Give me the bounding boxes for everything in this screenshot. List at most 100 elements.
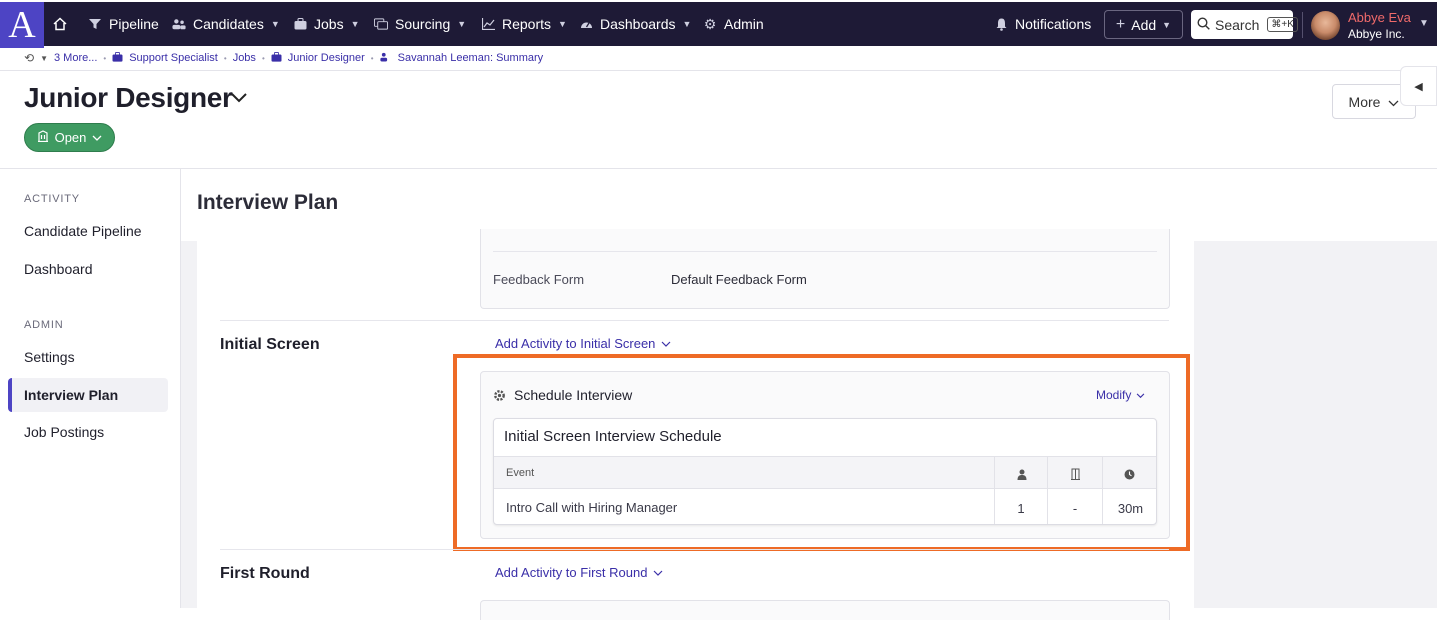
chevron-down-icon xyxy=(661,336,671,351)
bell-icon xyxy=(994,17,1008,31)
more-label: More xyxy=(1348,93,1381,110)
breadcrumb-support-specialist[interactable]: Support Specialist xyxy=(129,52,218,64)
chevron-down-icon: ▼ xyxy=(1162,19,1172,30)
gear-icon: ⚙ xyxy=(703,15,717,32)
nav-candidates-label: Candidates xyxy=(193,16,264,32)
gauge-icon xyxy=(579,17,593,31)
notifications-button[interactable]: Notifications xyxy=(994,2,1091,46)
add-activity-initial-screen[interactable]: Add Activity to Initial Screen xyxy=(495,336,671,351)
breadcrumb-candidate-summary[interactable]: Savannah Leeman: Summary xyxy=(398,52,544,64)
page-header: Junior Designer Open More ◀ xyxy=(0,66,1437,169)
add-activity-label: Add Activity to First Round xyxy=(495,565,648,580)
nav-pipeline[interactable]: Pipeline xyxy=(88,2,159,46)
stage-initial-screen: Initial Screen xyxy=(220,336,320,353)
sidebar-item-settings[interactable]: Settings xyxy=(24,349,75,365)
section-title: Interview Plan xyxy=(197,191,339,214)
chevron-down-icon: ▼ xyxy=(558,19,567,29)
chevron-down-icon xyxy=(1388,94,1399,110)
add-activity-first-round[interactable]: Add Activity to First Round xyxy=(495,565,663,580)
chevron-down-icon[interactable]: ▼ xyxy=(1419,18,1429,29)
separator-dot: • xyxy=(223,53,227,63)
search-icon xyxy=(1197,16,1210,33)
caret-left-icon: ◀ xyxy=(1414,80,1423,93)
nav-reports-label: Reports xyxy=(502,16,552,32)
divider xyxy=(220,320,1169,321)
user-org[interactable]: Abbye Inc. xyxy=(1348,27,1405,41)
nav-reports[interactable]: Reports ▼ xyxy=(481,2,567,46)
building-icon xyxy=(37,130,49,145)
sidebar-item-interview-plan[interactable]: Interview Plan xyxy=(24,387,118,403)
add-button[interactable]: + Add ▼ xyxy=(1104,10,1183,39)
chevron-down-icon: ▼ xyxy=(457,19,467,29)
stage-first-round: First Round xyxy=(220,565,310,582)
status-label: Open xyxy=(54,130,87,145)
history-icon[interactable]: ⟲ xyxy=(24,51,34,65)
avatar[interactable] xyxy=(1311,11,1340,40)
home-button[interactable] xyxy=(53,2,67,46)
briefcase-icon xyxy=(293,17,307,31)
briefcase-icon xyxy=(271,51,282,65)
chevron-down-icon xyxy=(92,130,102,145)
divider xyxy=(1302,12,1303,38)
add-label: Add xyxy=(1131,16,1157,33)
activity-card: Feedback Form Default Feedback Form xyxy=(480,229,1170,309)
search-label: Search xyxy=(1215,16,1260,33)
search-button[interactable]: Search ⌘+K xyxy=(1191,10,1298,39)
separator-dot: • xyxy=(370,53,374,63)
briefcase-icon xyxy=(112,51,123,65)
sidebar-heading-admin: ADMIN xyxy=(24,319,64,331)
nav-jobs-label: Jobs xyxy=(314,16,344,32)
separator-dot: • xyxy=(103,53,107,63)
nav-jobs[interactable]: Jobs ▼ xyxy=(293,2,360,46)
nav-dashboards[interactable]: Dashboards ▼ xyxy=(579,2,691,46)
user-name[interactable]: Abbye Eva xyxy=(1348,11,1411,25)
search-shortcut: ⌘+K xyxy=(1267,17,1298,32)
nav-admin[interactable]: ⚙ Admin xyxy=(703,2,764,46)
chevron-down-icon[interactable]: ▼ xyxy=(40,54,48,63)
status-badge[interactable]: Open xyxy=(24,123,115,152)
filter-icon xyxy=(88,17,102,31)
breadcrumb: ⟲ ▼ 3 More... • Support Specialist • Job… xyxy=(0,46,1437,71)
chevron-down-icon: ▼ xyxy=(350,19,360,29)
people-icon xyxy=(172,17,186,31)
top-navigation: A Pipeline Candidates ▼ Jobs ▼ Sourcing … xyxy=(0,0,1437,48)
person-icon xyxy=(379,52,392,65)
page-title: Junior Designer xyxy=(24,82,233,113)
chevron-down-icon: ▼ xyxy=(270,19,280,29)
chevron-down-icon: ▼ xyxy=(682,19,692,29)
sidebar-item-candidate-pipeline[interactable]: Candidate Pipeline xyxy=(24,223,142,239)
highlight-box xyxy=(453,354,1190,551)
feedback-form-label: Feedback Form xyxy=(493,272,585,287)
divider xyxy=(220,549,1169,550)
content-gutter xyxy=(181,241,197,608)
app-logo[interactable]: A xyxy=(0,2,44,48)
divider xyxy=(493,251,1157,252)
home-icon xyxy=(53,17,67,31)
chart-icon xyxy=(481,17,495,31)
chevron-down-icon[interactable] xyxy=(230,90,248,108)
nav-sourcing-label: Sourcing xyxy=(395,16,451,32)
nav-dashboards-label: Dashboards xyxy=(600,16,676,32)
nav-admin-label: Admin xyxy=(724,16,764,32)
plus-icon: + xyxy=(1115,15,1126,33)
feedback-form-value: Default Feedback Form xyxy=(671,272,807,287)
sidebar: ACTIVITY Candidate Pipeline Dashboard AD… xyxy=(0,169,181,608)
breadcrumb-more[interactable]: 3 More... xyxy=(54,52,97,64)
activity-card xyxy=(480,600,1170,620)
sidebar-item-dashboard[interactable]: Dashboard xyxy=(24,261,93,277)
content-gutter xyxy=(1194,241,1437,608)
sourcing-icon xyxy=(374,17,388,31)
nav-sourcing[interactable]: Sourcing ▼ xyxy=(374,2,466,46)
add-activity-label: Add Activity to Initial Screen xyxy=(495,336,656,351)
chevron-down-icon xyxy=(653,565,663,580)
separator-dot: • xyxy=(261,53,265,63)
nav-pipeline-label: Pipeline xyxy=(109,16,159,32)
sidebar-heading-activity: ACTIVITY xyxy=(24,193,80,205)
nav-candidates[interactable]: Candidates ▼ xyxy=(172,2,280,46)
main-content: Interview Plan Feedback Form Default Fee… xyxy=(181,169,1437,620)
breadcrumb-junior-designer[interactable]: Junior Designer xyxy=(288,52,365,64)
breadcrumb-jobs[interactable]: Jobs xyxy=(233,52,256,64)
notifications-label: Notifications xyxy=(1015,16,1092,32)
sidebar-item-job-postings[interactable]: Job Postings xyxy=(24,424,104,440)
collapse-panel-button[interactable]: ◀ xyxy=(1400,66,1437,106)
